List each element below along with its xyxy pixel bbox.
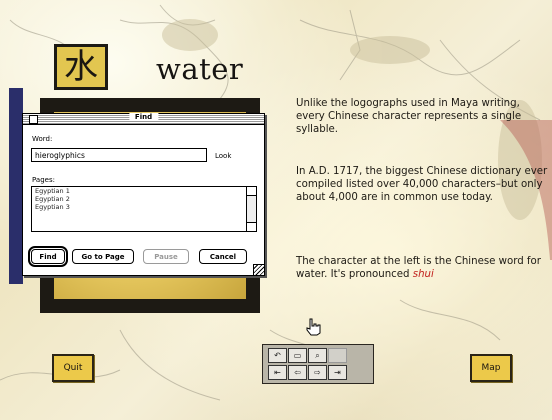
cancel-button[interactable]: Cancel [199, 249, 247, 264]
previous-page-icon[interactable]: ⇦ [288, 365, 307, 380]
list-item[interactable]: Egyptian 1 [32, 187, 256, 195]
chinese-character: 水 [64, 47, 98, 87]
paragraph-syllable: Unlike the logographs used in Maya writi… [296, 98, 522, 135]
go-to-page-button[interactable]: Go to Page [72, 249, 134, 264]
close-box-icon[interactable] [29, 115, 38, 124]
paragraph-dictionary: In A.D. 1717, the biggest Chinese dictio… [296, 166, 548, 203]
next-page-icon[interactable]: ⇨ [308, 365, 327, 380]
list-item[interactable]: Egyptian 2 [32, 195, 256, 203]
pages-list[interactable]: Egyptian 1 Egyptian 2 Egyptian 3 [31, 186, 257, 232]
app-screen: 水 water Unlike the logographs used in Ma… [0, 0, 552, 420]
word-title: water [156, 52, 244, 86]
dialog-title: Find [128, 113, 159, 121]
look-label: Look [215, 152, 232, 160]
back-arrow-icon[interactable]: ↶ [268, 348, 287, 363]
find-button[interactable]: Find [28, 246, 68, 267]
word-label: Word: [32, 135, 53, 143]
hand-cursor-icon [306, 318, 321, 336]
paragraph-pronunciation: The character at the left is the Chinese… [296, 255, 548, 281]
first-page-icon[interactable]: ⇤ [268, 365, 287, 380]
map-button[interactable]: Map [470, 354, 512, 382]
list-item[interactable]: Egyptian 3 [32, 203, 256, 211]
pronunciation-word[interactable]: shui [413, 269, 434, 280]
pause-button[interactable]: Pause [143, 249, 189, 264]
navigation-toolbar: ↶ ▭ ⌕ ⇤ ⇦ ⇨ ⇥ [262, 344, 374, 384]
find-dialog: Find Word: hieroglyphics Look Pages: Egy… [22, 113, 265, 276]
search-icon[interactable]: ⌕ [308, 348, 327, 363]
left-edge-strip [9, 88, 23, 284]
page-icon[interactable]: ▭ [288, 348, 307, 363]
blank-button-icon [328, 348, 347, 363]
pages-scrollbar[interactable] [246, 187, 256, 231]
resize-grip-icon[interactable] [253, 264, 264, 275]
pages-label: Pages: [32, 176, 55, 184]
dialog-titlebar[interactable]: Find [23, 113, 264, 125]
word-input[interactable]: hieroglyphics [31, 148, 207, 162]
quit-button[interactable]: Quit [52, 354, 94, 382]
chinese-character-box: 水 [54, 44, 108, 90]
last-page-icon[interactable]: ⇥ [328, 365, 347, 380]
